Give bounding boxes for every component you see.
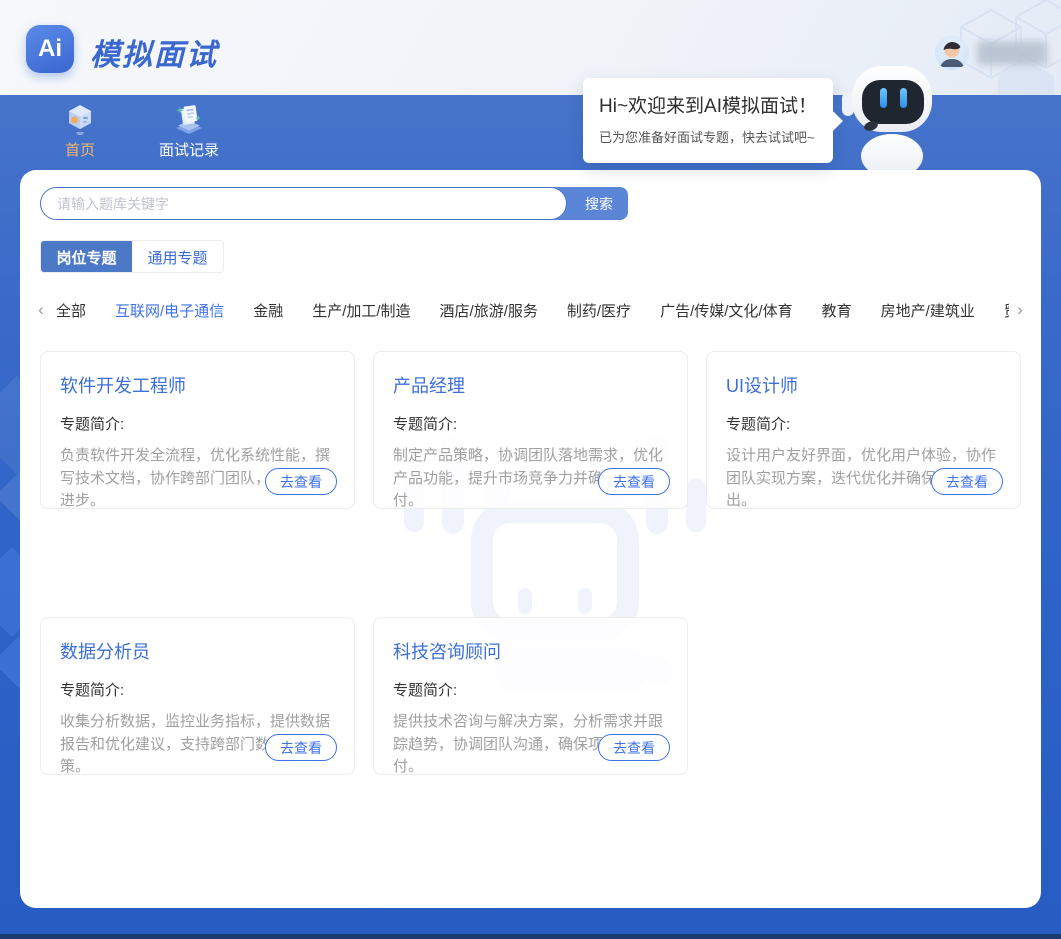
category-tab[interactable]: 互联网/电子通信: [115, 300, 224, 321]
category-bar: ‹ 全部 互联网/电子通信 金融 生产/加工/制造 酒店/旅游/服务 制药/医疗 广告/传媒…: [30, 290, 1031, 330]
greeting-title: Hi~欢迎来到AI模拟面试！: [599, 91, 817, 118]
view-button[interactable]: 去查看: [265, 734, 337, 761]
username-redacted: [977, 41, 1047, 65]
view-button[interactable]: 去查看: [931, 468, 1003, 495]
search-input[interactable]: [40, 187, 567, 220]
robot-mascot-icon: [840, 60, 944, 170]
category-tab[interactable]: 制药/医疗: [567, 300, 631, 321]
nav-item-home[interactable]: 首页: [35, 101, 125, 160]
nav-item-label: 面试记录: [159, 139, 219, 160]
view-button[interactable]: 去查看: [598, 468, 670, 495]
category-tab[interactable]: 广告/传媒/文化/体育: [660, 300, 793, 321]
category-tab[interactable]: 生产/加工/制造: [312, 300, 410, 321]
card-intro-label: 专题简介:: [60, 679, 335, 700]
category-tab[interactable]: 贸易/工艺/消费品: [1004, 300, 1009, 321]
card-intro-label: 专题简介:: [393, 413, 668, 434]
view-button[interactable]: 去查看: [598, 734, 670, 761]
nav-item-records[interactable]: 面试记录: [144, 101, 234, 160]
greeting-subtitle: 已为您准备好面试专题，快去试试吧~: [599, 127, 817, 146]
topic-cards-grid: 软件开发工程师专题简介:负责软件开发全流程，优化系统性能，撰写技术文档，协作跨部…: [40, 351, 1021, 775]
category-tab[interactable]: 教育: [822, 300, 852, 321]
card-intro-label: 专题简介:: [726, 413, 1001, 434]
footer-bar: [0, 934, 1061, 939]
search-bar: 搜索: [40, 187, 628, 220]
card-title: 科技咨询顾问: [393, 638, 668, 664]
card-title: 软件开发工程师: [60, 372, 335, 398]
topic-card: 数据分析员专题简介:收集分析数据，监控业务指标，提供数据报告和优化建议，支持跨部…: [40, 617, 355, 775]
card-title: 产品经理: [393, 372, 668, 398]
logo-text: Ai: [38, 35, 62, 63]
tab-job-topics[interactable]: 岗位专题: [41, 241, 132, 273]
category-list: 全部 互联网/电子通信 金融 生产/加工/制造 酒店/旅游/服务 制药/医疗 广告/传媒/文…: [52, 300, 1009, 321]
user-area: [935, 36, 1047, 70]
home-cube-icon: [62, 101, 98, 137]
nav-item-label: 首页: [65, 139, 95, 160]
chevron-left-icon[interactable]: ‹: [30, 300, 52, 320]
topic-card: UI设计师专题简介:设计用户友好界面，优化用户体验，协作团队实现方案，迭代优化并…: [706, 351, 1021, 509]
category-tab[interactable]: 房地产/建筑业: [881, 300, 975, 321]
content-panel: 搜索 岗位专题 通用专题 ‹ 全部 互联网/电子通信 金融 生产/加工/制造 酒店/旅游…: [20, 170, 1041, 908]
tab-general-topics[interactable]: 通用专题: [132, 241, 223, 273]
app-title: 模拟面试: [90, 30, 218, 74]
app-window: Ai 模拟面试 首页: [0, 0, 1061, 939]
topic-card: 产品经理专题简介:制定产品策略，协调团队落地需求，优化产品功能，提升市场竞争力并…: [373, 351, 688, 509]
category-tab[interactable]: 全部: [56, 300, 86, 321]
card-intro-label: 专题简介:: [60, 413, 335, 434]
card-title: 数据分析员: [60, 638, 335, 664]
assistant-bubble: Hi~欢迎来到AI模拟面试！ 已为您准备好面试专题，快去试试吧~: [583, 78, 833, 163]
category-tab[interactable]: 酒店/旅游/服务: [440, 300, 538, 321]
card-intro-label: 专题简介:: [393, 679, 668, 700]
topic-card: 科技咨询顾问专题简介:提供技术咨询与解决方案，分析需求并跟踪趋势，协调团队沟通，…: [373, 617, 688, 775]
app-logo: Ai: [26, 25, 74, 73]
card-title: UI设计师: [726, 372, 1001, 398]
category-tab[interactable]: 金融: [253, 300, 283, 321]
view-button[interactable]: 去查看: [265, 468, 337, 495]
topic-card: 软件开发工程师专题简介:负责软件开发全流程，优化系统性能，撰写技术文档，协作跨部…: [40, 351, 355, 509]
assistant-robot: [840, 60, 944, 175]
records-stack-icon: [171, 101, 207, 137]
topic-tabs: 岗位专题 通用专题: [40, 240, 224, 273]
chevron-right-icon[interactable]: ›: [1009, 300, 1031, 320]
